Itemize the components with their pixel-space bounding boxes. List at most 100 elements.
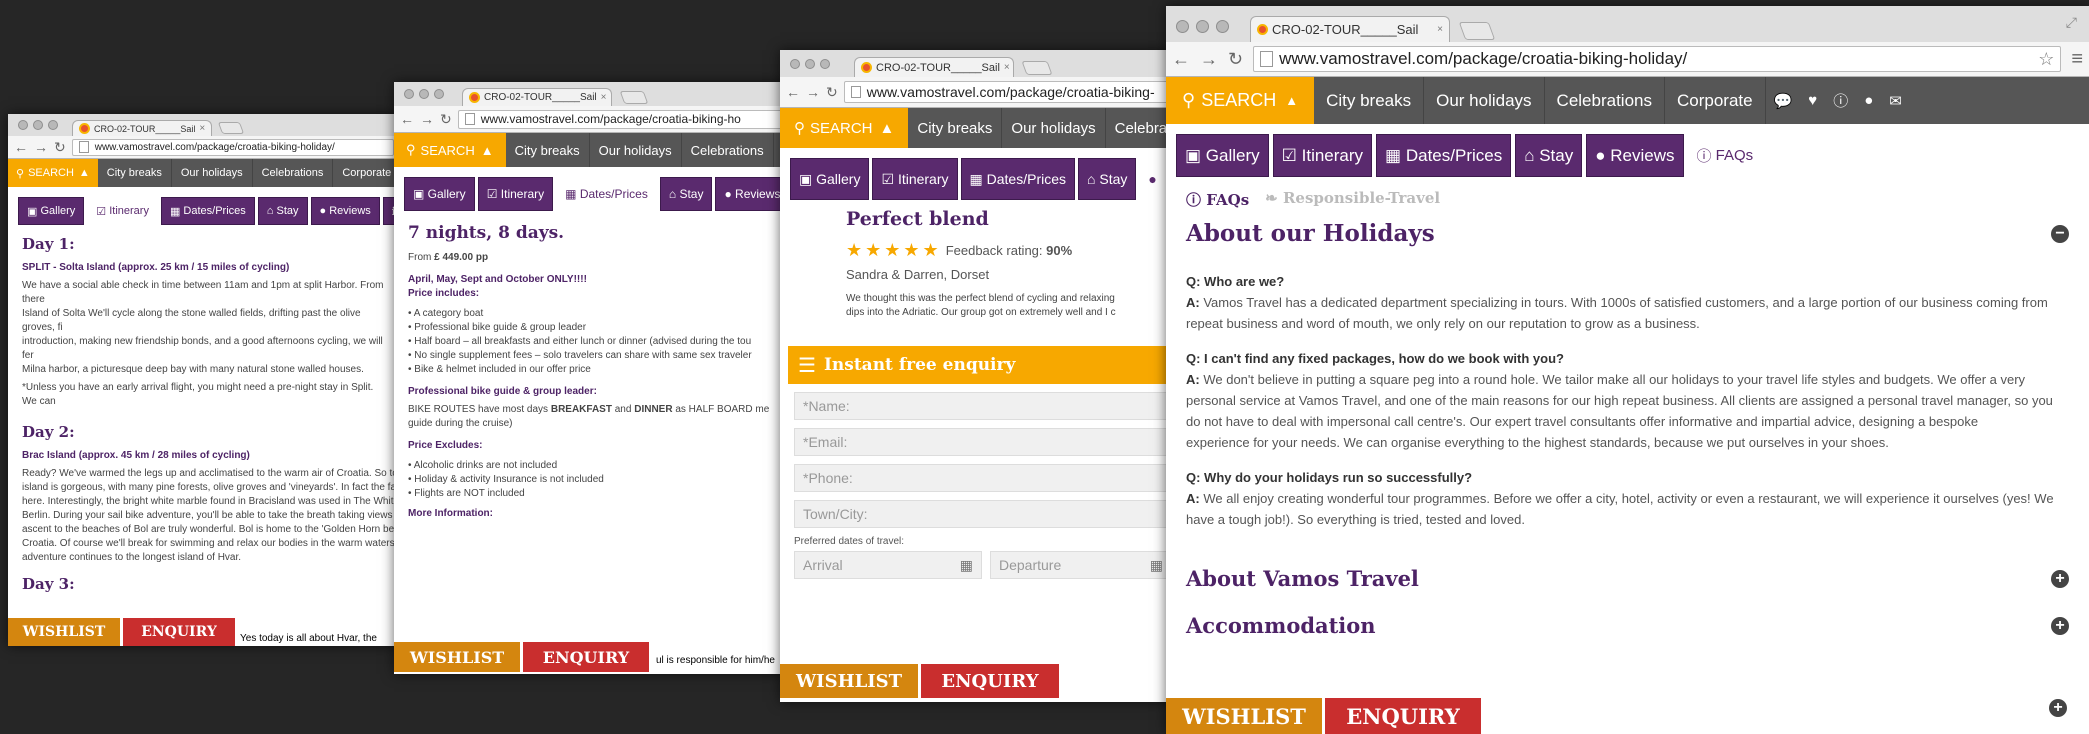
enquiry-button[interactable]: ENQUIRY <box>523 642 649 672</box>
envelope-icon[interactable]: ✉ <box>1881 77 1910 124</box>
forward-icon[interactable]: → <box>1200 49 1218 70</box>
fullscreen-icon[interactable]: ⤢ <box>2066 14 2077 31</box>
enquiry-button[interactable]: ENQUIRY <box>123 618 235 646</box>
tab-stay[interactable]: ⌂ Stay <box>257 197 308 225</box>
forward-icon[interactable]: → <box>420 111 434 127</box>
tab-dates-prices[interactable]: ▦ Dates/Prices <box>1376 134 1512 177</box>
url-field[interactable]: www.vamostravel.com/package/croatia-biki… <box>1253 46 2062 72</box>
tab-stay[interactable]: ⌂ Stay <box>1078 158 1137 200</box>
window-controls[interactable] <box>18 120 58 130</box>
info-icon[interactable]: ⓘ <box>1825 77 1856 124</box>
tab-stay[interactable]: ⌂ Stay <box>659 177 713 211</box>
window-controls[interactable] <box>404 89 444 99</box>
tab-itinerary[interactable]: ☑ Itinerary <box>1272 134 1373 177</box>
window-controls[interactable] <box>790 59 830 69</box>
menu-item-city-breaks[interactable]: City breaks <box>506 133 590 167</box>
faq-section-header[interactable]: About Vamos Travel + <box>1186 566 2069 591</box>
new-tab-button[interactable] <box>619 91 649 104</box>
comment-icon[interactable]: 💬 <box>1766 77 1801 124</box>
email-field[interactable]: *Email: <box>794 428 1172 456</box>
tab-gallery[interactable]: ▣ Gallery <box>18 197 85 225</box>
browser-tab[interactable]: CRO-02-TOUR_____Sail × <box>72 120 212 136</box>
back-icon[interactable]: ← <box>1172 49 1190 70</box>
reload-icon[interactable]: ↻ <box>826 84 838 101</box>
menu-item-celebrations[interactable]: Celebrations <box>253 159 334 187</box>
browser-tab[interactable]: CRO-02-TOUR_____Sail × <box>854 57 1014 77</box>
tab-dates-prices[interactable]: ▦ Dates/Prices <box>960 158 1075 200</box>
tab-itinerary[interactable]: ☑ Itinerary <box>872 158 958 200</box>
menu-item-celebrations[interactable]: Celebrations <box>1545 77 1665 124</box>
tab-reviews[interactable]: ● Reviews <box>310 197 380 225</box>
back-icon[interactable]: ← <box>786 84 800 100</box>
phone-field[interactable]: *Phone: <box>794 464 1172 492</box>
menu-item-corporate[interactable]: Corporate <box>1665 77 1766 124</box>
heart-icon[interactable]: ♥ <box>1800 77 1825 124</box>
browser-tab[interactable]: CRO-02-TOUR_____Sail × <box>462 88 612 106</box>
back-icon[interactable]: ← <box>14 139 28 155</box>
window-controls[interactable] <box>1176 20 1229 33</box>
faq-subtab[interactable]: ⓘ FAQs <box>1186 189 1249 210</box>
back-icon[interactable]: ← <box>400 111 414 127</box>
forward-icon[interactable]: → <box>34 139 48 155</box>
wishlist-button[interactable]: WISHLIST <box>780 664 918 698</box>
reload-icon[interactable]: ↻ <box>54 139 66 156</box>
search-button[interactable]: ⚲ SEARCH ▲ <box>780 108 909 148</box>
enquiry-button[interactable]: ENQUIRY <box>1325 698 1481 734</box>
tab-faqs[interactable]: ⓘ FAQs <box>1687 134 1763 177</box>
new-tab-button[interactable] <box>217 122 245 134</box>
town-field[interactable]: Town/City: <box>794 500 1172 528</box>
faq-section-header[interactable]: About our Holidays − <box>1186 220 2069 247</box>
departure-field[interactable]: Departure ▦ <box>990 551 1172 579</box>
tab-dates-prices[interactable]: ▦ Dates/Prices <box>556 177 657 211</box>
url-field[interactable]: www.vamostravel.com/package/croatia-biki… <box>457 109 784 129</box>
enquiry-button[interactable]: ENQUIRY <box>921 664 1059 698</box>
close-tab-icon[interactable]: × <box>1000 62 1010 73</box>
browser-tab[interactable]: CRO-02-TOUR_____Sail × <box>1250 16 1450 42</box>
tab-gallery[interactable]: ▣ Gallery <box>790 158 870 200</box>
close-tab-icon[interactable]: × <box>597 92 607 103</box>
bookmark-star-icon[interactable]: ☆ <box>2038 49 2054 70</box>
tab-reviews[interactable]: ● Reviews <box>715 177 790 211</box>
menu-item-city-breaks[interactable]: City breaks <box>1314 77 1425 124</box>
close-tab-icon[interactable]: × <box>1433 24 1443 35</box>
menu-item-city-breaks[interactable]: City breaks <box>98 159 172 187</box>
menu-item-corporate[interactable]: Corporate <box>333 159 400 187</box>
collapse-icon[interactable]: − <box>2051 224 2069 243</box>
expand-icon[interactable]: + <box>2051 616 2069 635</box>
reload-icon[interactable]: ↻ <box>440 111 452 128</box>
expand-icon[interactable]: + <box>2049 699 2067 717</box>
new-tab-button[interactable] <box>1458 22 1496 40</box>
menu-item-our-holidays[interactable]: Our holidays <box>1002 108 1106 148</box>
menu-item-our-holidays[interactable]: Our holidays <box>590 133 682 167</box>
search-button[interactable]: ⚲ SEARCH ▲ <box>8 159 98 187</box>
wishlist-button[interactable]: WISHLIST <box>1166 698 1322 734</box>
search-button[interactable]: ⚲ SEARCH ▲ <box>1166 77 1315 124</box>
reload-icon[interactable]: ↻ <box>1228 49 1243 70</box>
menu-hamburger-icon[interactable]: ≡ <box>2071 48 2083 71</box>
wishlist-button[interactable]: WISHLIST <box>394 642 520 672</box>
url-field[interactable]: www.vamostravel.com/package/croatia-biki… <box>71 138 394 156</box>
wishlist-button[interactable]: WISHLIST <box>8 618 120 646</box>
menu-item-celebrations[interactable]: Celebrations <box>682 133 774 167</box>
faq-section-header[interactable]: Accommodation + <box>1186 613 2069 638</box>
menu-item-our-holidays[interactable]: Our holidays <box>172 159 253 187</box>
tab-stay[interactable]: ⌂ Stay <box>1515 134 1583 177</box>
expand-icon[interactable]: + <box>2051 569 2069 588</box>
close-tab-icon[interactable]: × <box>195 123 205 134</box>
url-field[interactable]: www.vamostravel.com/package/croatia-biki… <box>843 81 1174 103</box>
tab-dates-prices[interactable]: ▦ Dates/Prices <box>160 197 255 225</box>
search-button[interactable]: ⚲ SEARCH ▲ <box>394 133 506 167</box>
forward-icon[interactable]: → <box>806 84 820 100</box>
tab-gallery[interactable]: ▣ Gallery <box>404 177 475 211</box>
tab-reviews[interactable]: ● <box>1139 158 1166 200</box>
user-icon[interactable]: ● <box>1856 77 1881 124</box>
arrival-field[interactable]: Arrival ▦ <box>794 551 982 579</box>
tab-gallery[interactable]: ▣ Gallery <box>1176 134 1269 177</box>
tab-itinerary[interactable]: ☑ Itinerary <box>477 177 554 211</box>
tab-reviews[interactable]: ● Reviews <box>1586 134 1684 177</box>
menu-item-city-breaks[interactable]: City breaks <box>908 108 1003 148</box>
new-tab-button[interactable] <box>1021 61 1053 75</box>
responsible-travel-subtab[interactable]: ❧ Responsible-Travel <box>1265 189 1440 210</box>
name-field[interactable]: *Name: <box>794 392 1172 420</box>
tab-itinerary[interactable]: ☑ Itinerary <box>87 197 158 225</box>
